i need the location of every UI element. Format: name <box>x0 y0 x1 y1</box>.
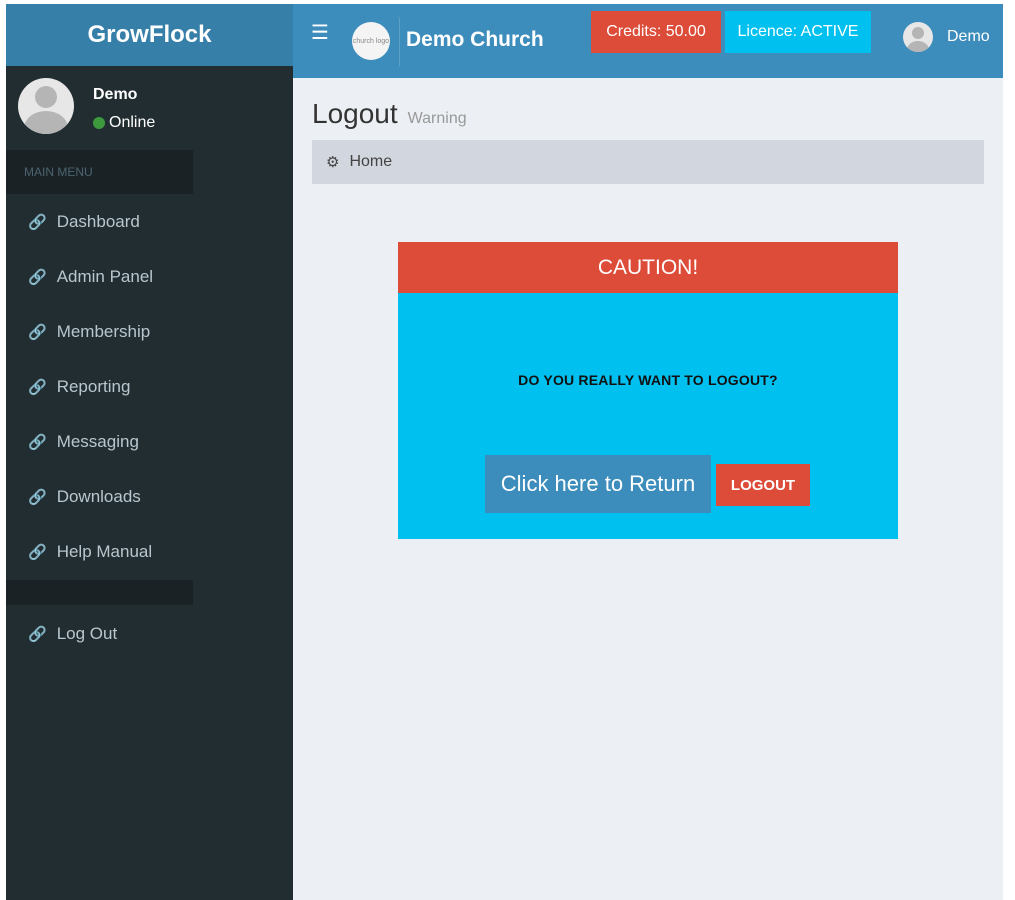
link-icon: 🔗 <box>28 625 47 643</box>
menu-header-label: MAIN MENU <box>24 165 93 179</box>
church-logo-image: church logo <box>352 22 390 60</box>
top-navbar: ☰ church logo Demo Church Credits: 50.00… <box>293 4 1003 78</box>
sidebar-item-log-out[interactable]: 🔗 Log Out <box>6 606 293 661</box>
user-status-label: Online <box>109 114 156 131</box>
sidebar-item-label: Dashboard <box>56 211 140 231</box>
sidebar-item-messaging[interactable]: 🔗 Messaging <box>6 414 293 469</box>
link-icon: 🔗 <box>28 268 47 286</box>
brand-name: GrowFlock <box>87 21 212 48</box>
sidebar-item-dashboard[interactable]: 🔗 Dashboard <box>6 194 293 249</box>
dashboard-gauge-icon: ⚙ <box>326 154 340 171</box>
licence-label: Licence: ACTIVE <box>737 23 859 40</box>
sidebar-item-downloads[interactable]: 🔗 Downloads <box>6 469 293 524</box>
user-menu[interactable]: Demo <box>903 22 990 52</box>
sidebar-item-label: Log Out <box>56 623 118 643</box>
sidebar-item-membership[interactable]: 🔗 Membership <box>6 304 293 359</box>
caution-header-text: CAUTION! <box>597 255 699 279</box>
church-logo-text: church logo <box>352 37 390 45</box>
user-status: Online <box>93 114 155 132</box>
sidebar-item-admin-panel[interactable]: 🔗 Admin Panel <box>6 249 293 304</box>
sidebar-item-label: Messaging <box>56 431 139 451</box>
sidebar: Demo Online MAIN MENU 🔗 Dashboard 🔗 Admi… <box>6 66 293 900</box>
church-logo[interactable]: church logo <box>348 16 400 68</box>
page-title-text: Logout <box>312 98 398 129</box>
main-content: Logout Warning ⚙ Home CAUTION! DO YOU RE… <box>293 78 1003 900</box>
app-frame: GrowFlock ☰ church logo Demo Church Cred… <box>6 4 1003 900</box>
link-icon: 🔗 <box>28 543 47 561</box>
page-title: Logout Warning <box>312 98 467 130</box>
caution-message: DO YOU REALLY WANT TO LOGOUT? <box>518 372 778 388</box>
church-name[interactable]: Demo Church <box>406 28 544 52</box>
sidebar-item-label: Help Manual <box>56 541 153 561</box>
menu-divider <box>6 580 193 605</box>
user-panel: Demo Online <box>18 78 278 138</box>
link-icon: 🔗 <box>28 213 47 231</box>
link-icon: 🔗 <box>28 378 47 396</box>
sidebar-item-help-manual[interactable]: 🔗 Help Manual <box>6 524 293 579</box>
link-icon: 🔗 <box>28 433 47 451</box>
sidebar-item-label: Reporting <box>56 376 131 396</box>
user-menu-name: Demo <box>947 28 990 45</box>
return-button[interactable]: Click here to Return <box>485 455 711 513</box>
brand-logo[interactable]: GrowFlock <box>6 4 293 66</box>
licence-badge[interactable]: Licence: ACTIVE <box>725 11 871 53</box>
sidebar-user-name: Demo <box>93 86 138 103</box>
credits-badge[interactable]: Credits: 50.00 <box>591 11 721 53</box>
breadcrumb: ⚙ Home <box>312 140 984 184</box>
breadcrumb-home[interactable]: Home <box>349 153 392 171</box>
credits-label: Credits: 50.00 <box>606 23 706 40</box>
sidebar-item-label: Downloads <box>56 486 141 506</box>
sidebar-item-label: Admin Panel <box>56 266 154 286</box>
sidebar-menu: 🔗 Dashboard 🔗 Admin Panel 🔗 Membership 🔗… <box>6 194 293 579</box>
user-avatar-icon <box>903 22 933 52</box>
page-subtitle: Warning <box>407 110 467 127</box>
sidebar-item-reporting[interactable]: 🔗 Reporting <box>6 359 293 414</box>
menu-toggle-icon[interactable]: ☰ <box>311 20 329 45</box>
sidebar-item-label: Membership <box>56 321 151 341</box>
avatar <box>18 78 74 134</box>
caution-header: CAUTION! <box>398 242 898 293</box>
online-dot-icon <box>93 117 105 129</box>
menu-header: MAIN MENU <box>6 150 193 194</box>
logout-button[interactable]: LOGOUT <box>716 464 810 506</box>
link-icon: 🔗 <box>28 323 47 341</box>
caution-box: CAUTION! DO YOU REALLY WANT TO LOGOUT? C… <box>398 242 898 539</box>
sidebar-logout-wrapper: 🔗 Log Out <box>6 606 293 661</box>
link-icon: 🔗 <box>28 488 47 506</box>
